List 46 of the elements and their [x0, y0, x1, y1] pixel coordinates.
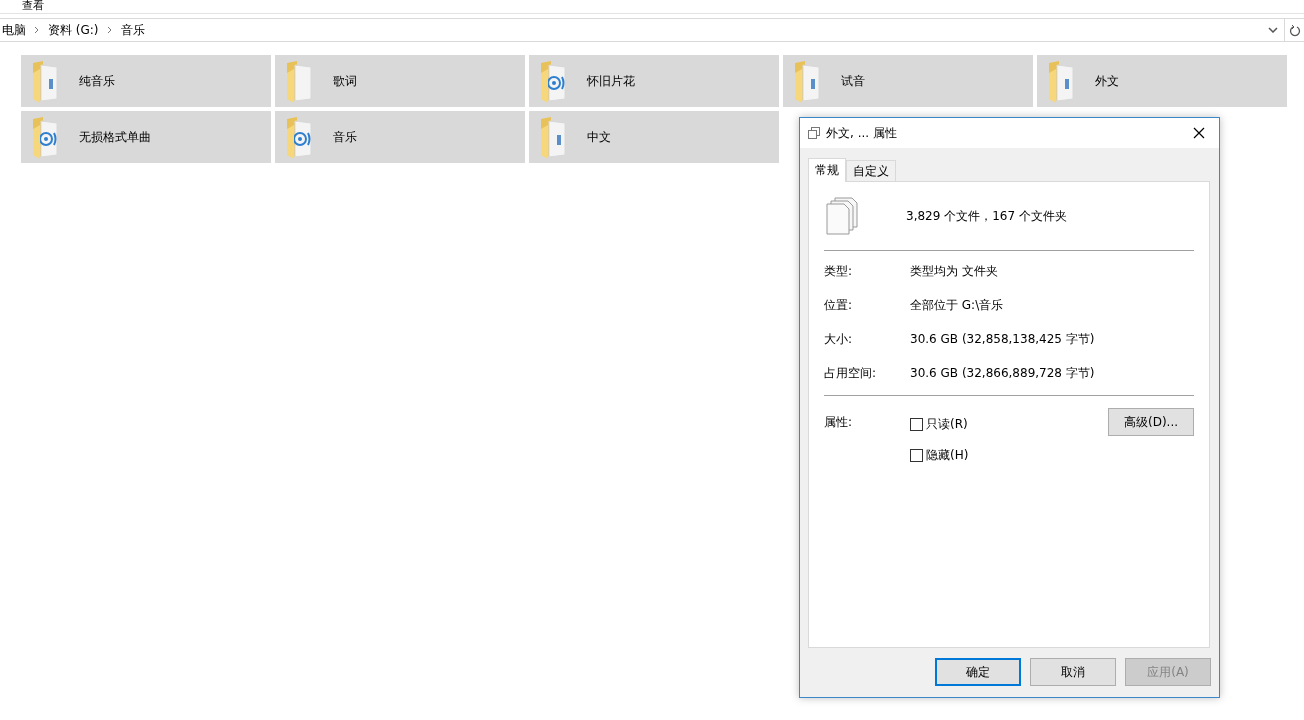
documents-icon [826, 197, 858, 235]
folder-name: 中文 [587, 128, 611, 146]
property-label: 占用空间: [824, 365, 878, 382]
window-title: 外文, ... 属性 [826, 124, 898, 142]
dropdown-icon[interactable] [1268, 27, 1278, 33]
folder-tile[interactable]: 纯音乐 [21, 55, 271, 107]
tab[interactable]: 常规 [808, 158, 846, 182]
breadcrumb[interactable]: 音乐 [120, 21, 145, 39]
folder-tile[interactable]: 怀旧片花 [529, 55, 779, 107]
property-label: 属性: [824, 414, 854, 431]
summary-text: 3,829 个文件，167 个文件夹 [906, 207, 1067, 225]
chevron-icon [34, 26, 40, 34]
property-value: 30.6 GB (32,858,138,425 字节) [910, 331, 1095, 348]
close-icon[interactable] [1193, 127, 1205, 139]
property-label: 大小: [824, 331, 854, 348]
address-bar[interactable]: 电脑 资料 (G:) 音乐 [0, 18, 1304, 42]
dialog-button[interactable]: 确定 [935, 658, 1021, 686]
folder-name: 怀旧片花 [587, 72, 635, 90]
property-label: 位置: [824, 297, 854, 314]
checkbox[interactable]: 只读(R) [910, 416, 1108, 433]
checkbox[interactable]: 隐藏(H) [910, 447, 1108, 464]
chevron-icon [106, 26, 113, 34]
ribbon-tab[interactable]: 查看 [22, 0, 44, 12]
property-label: 类型: [824, 263, 854, 280]
folder-tile[interactable]: 试音 [783, 55, 1033, 107]
advanced-button[interactable]: 高级(D)... [1108, 408, 1194, 436]
folder-tile[interactable]: 音乐 [275, 111, 525, 163]
folder-tile[interactable]: 外文 [1037, 55, 1287, 107]
folder-name: 纯音乐 [79, 72, 115, 90]
refresh-icon[interactable] [1288, 23, 1301, 37]
documents-icon [808, 127, 820, 139]
folder-tile[interactable]: 无损格式单曲 [21, 111, 271, 163]
property-value: 30.6 GB (32,866,889,728 字节) [910, 365, 1095, 382]
property-value: 全部位于 G:\音乐 [910, 297, 1004, 314]
folder-name: 试音 [841, 72, 865, 90]
breadcrumb[interactable]: 资料 (G:) [48, 21, 99, 39]
dialog-button[interactable]: 取消 [1030, 658, 1116, 686]
property-value: 类型均为 文件夹 [910, 263, 998, 280]
folder-name: 无损格式单曲 [79, 128, 151, 146]
folder-tile[interactable]: 歌词 [275, 55, 525, 107]
tab[interactable]: 自定义 [846, 160, 896, 181]
folder-name: 外文 [1095, 72, 1119, 90]
folder-name: 歌词 [333, 72, 357, 90]
breadcrumb[interactable]: 电脑 [2, 21, 26, 39]
folder-name: 音乐 [333, 128, 357, 146]
folder-tile[interactable]: 中文 [529, 111, 779, 163]
